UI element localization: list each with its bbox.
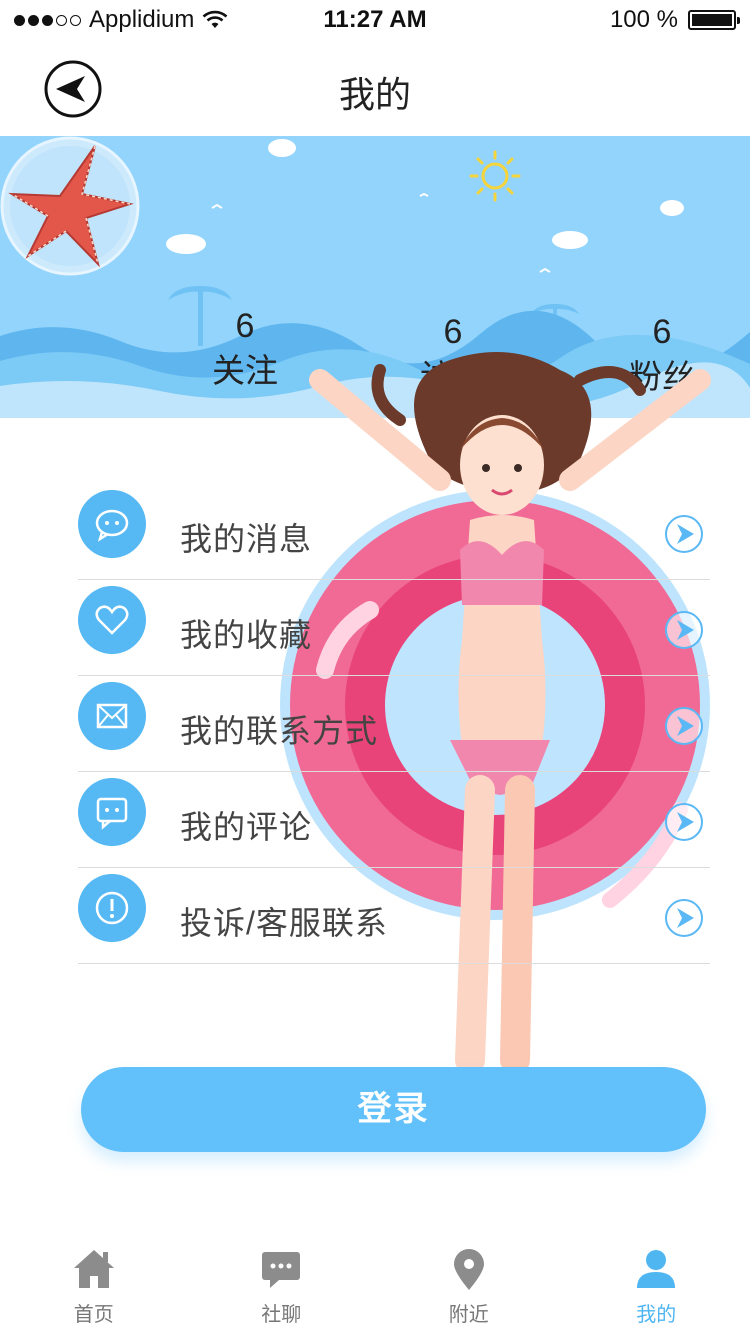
status-bar: Applidium 11:27 AM 100 % xyxy=(0,0,750,40)
menu-label: 我的联系方式 xyxy=(180,713,379,749)
page-title: 我的 xyxy=(338,74,411,115)
tab-chat[interactable]: 社聊 xyxy=(188,1236,376,1334)
menu-label: 我的消息 xyxy=(180,521,313,557)
message-bubble-icon xyxy=(78,490,146,558)
tab-home[interactable]: 首页 xyxy=(0,1236,188,1334)
menu-item-comments[interactable]: 我的评论 xyxy=(78,772,710,868)
battery-percent: 100 % xyxy=(609,6,678,33)
tab-nearby[interactable]: 附近 xyxy=(375,1236,563,1334)
login-button[interactable]: 登录 xyxy=(81,1067,706,1152)
chevron-right-icon xyxy=(665,611,703,649)
tab-mine[interactable]: 我的 xyxy=(563,1236,750,1334)
menu-item-messages[interactable]: 我的消息 xyxy=(78,484,710,580)
status-right: 100 % xyxy=(609,6,740,34)
tab-label: 附近 xyxy=(448,1304,489,1326)
tab-label: 社聊 xyxy=(261,1304,302,1326)
exclamation-icon xyxy=(78,874,146,942)
home-icon xyxy=(73,1250,114,1288)
nav-bar: 我的 xyxy=(0,40,750,136)
heart-icon xyxy=(78,586,146,654)
tab-label: 首页 xyxy=(73,1304,114,1326)
user-icon xyxy=(637,1250,676,1288)
chat-icon xyxy=(262,1252,301,1288)
chevron-right-icon xyxy=(665,899,703,937)
menu-item-support[interactable]: 投诉/客服联系 xyxy=(78,868,710,964)
menu-item-contact-info[interactable]: 我的联系方式 xyxy=(78,676,710,772)
menu-label: 我的收藏 xyxy=(180,617,313,653)
comment-icon xyxy=(78,778,146,846)
tab-bar: 首页 社聊 附近 我的 xyxy=(0,1236,750,1334)
battery-icon xyxy=(688,10,740,30)
menu-item-favorites[interactable]: 我的收藏 xyxy=(78,580,710,676)
menu-label: 投诉/客服联系 xyxy=(180,905,388,941)
location-pin-icon xyxy=(453,1249,484,1290)
envelope-icon xyxy=(78,682,146,750)
chevron-right-icon xyxy=(665,707,703,745)
menu-label: 我的评论 xyxy=(180,809,313,845)
chevron-right-icon xyxy=(665,515,703,553)
menu-list: 我的消息 我的收藏 我的联系方式 我的评论 投诉/客服联系 xyxy=(78,484,710,964)
tab-label: 我的 xyxy=(636,1304,677,1326)
chevron-right-icon xyxy=(665,803,703,841)
avatar[interactable] xyxy=(0,136,140,276)
